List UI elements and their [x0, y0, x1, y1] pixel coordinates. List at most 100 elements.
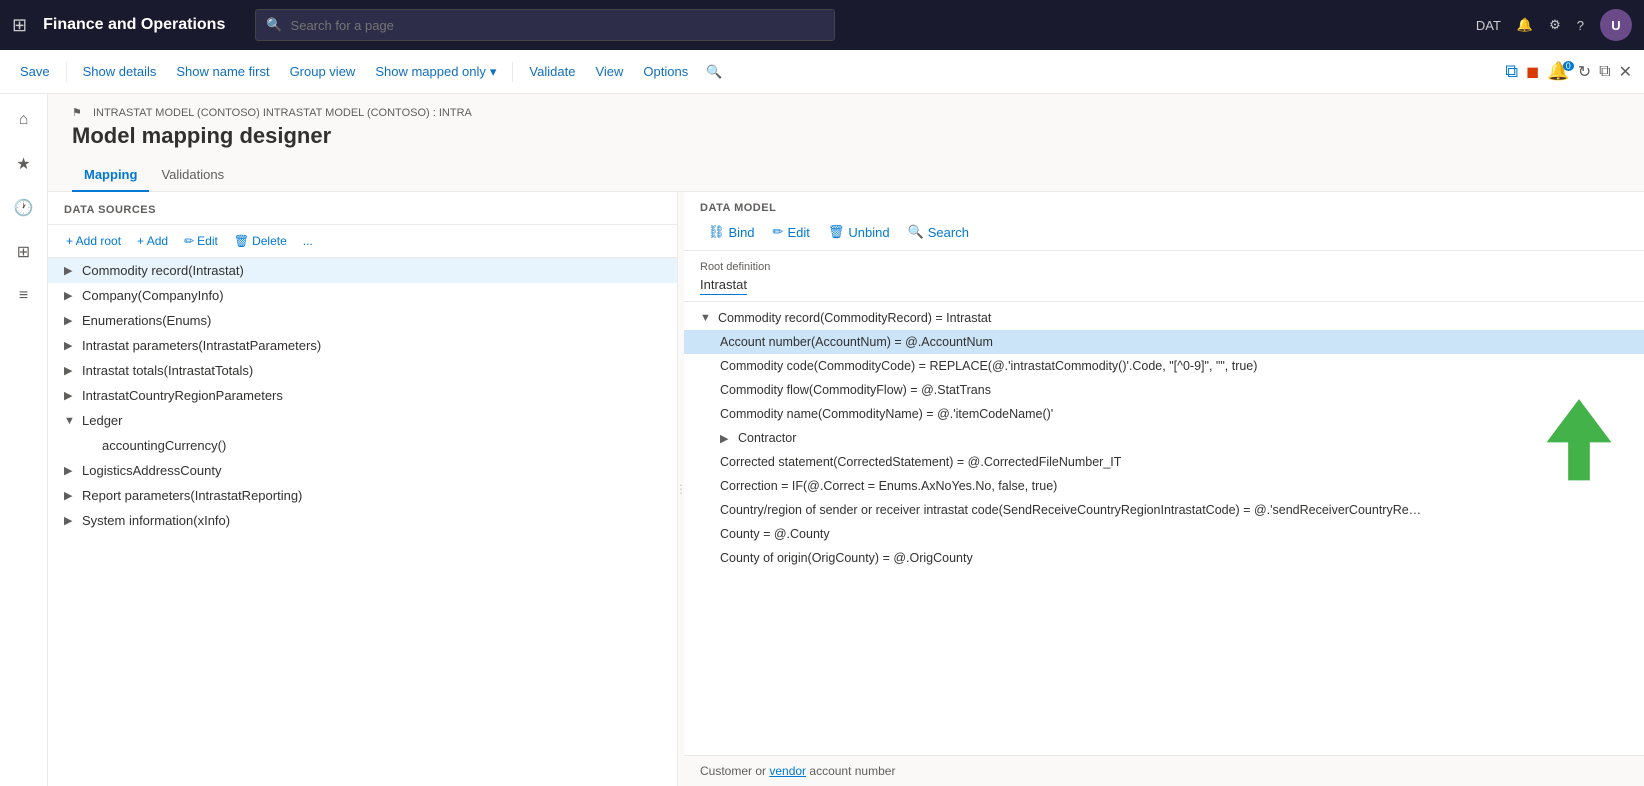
data-model-panel: DATA MODEL ⛓ Bind ✏ Edit 🗑 Unbind [684, 192, 1644, 786]
right-tree-item-commodity-parent[interactable]: ▼ Commodity record(CommodityRecord) = In… [684, 306, 1644, 330]
save-button[interactable]: Save [12, 60, 58, 83]
options-button[interactable]: Options [635, 60, 696, 83]
data-sources-header: DATA SOURCES [48, 192, 677, 225]
apps-icon[interactable]: ⊞ [12, 15, 27, 36]
app-title: Finance and Operations [43, 16, 225, 34]
avatar[interactable]: U [1600, 9, 1632, 41]
toolbar-separator-2 [512, 62, 513, 82]
right-tree-item-commodity-flow[interactable]: Commodity flow(CommodityFlow) = @.StatTr… [684, 378, 1644, 402]
nav-workspaces-icon[interactable]: ⊞ [6, 234, 42, 270]
show-details-button[interactable]: Show details [75, 60, 165, 83]
nav-modules-icon[interactable]: ≡ [6, 278, 42, 314]
right-tree-item-county-of-origin[interactable]: County of origin(OrigCounty) = @.OrigCou… [684, 546, 1644, 570]
right-tree-item-correction[interactable]: Correction = IF(@.Correct = Enums.AxNoYe… [684, 474, 1644, 498]
right-tree-item-account-number[interactable]: Account number(AccountNum) = @.AccountNu… [684, 330, 1644, 354]
nav-home-icon[interactable]: ⌂ [6, 102, 42, 138]
notifications-icon[interactable]: 🔔 [1517, 17, 1533, 33]
tab-mapping[interactable]: Mapping [72, 159, 149, 192]
tree-item-label: LogisticsAddressCounty [82, 463, 661, 478]
right-tree-item-country-region[interactable]: Country/region of sender or receiver int… [684, 498, 1644, 522]
right-tree-item-commodity-code[interactable]: Commodity code(CommodityCode) = REPLACE(… [684, 354, 1644, 378]
office-icon[interactable]: ◼ [1526, 62, 1539, 82]
tree-item-logistics[interactable]: ▶ LogisticsAddressCounty [48, 458, 677, 483]
close-icon[interactable]: ✕ [1619, 62, 1632, 82]
right-tree-item-county[interactable]: County = @.County [684, 522, 1644, 546]
tree-item-label: Company(CompanyInfo) [82, 288, 661, 303]
tree-item-intrastat-params[interactable]: ▶ Intrastat parameters(IntrastatParamete… [48, 333, 677, 358]
settings-icon[interactable]: ⚙ [1549, 17, 1561, 33]
page-title: Model mapping designer [72, 123, 1620, 149]
delete-button[interactable]: 🗑 Delete [228, 231, 293, 251]
search-input[interactable] [291, 18, 825, 33]
tree-item-label: Report parameters(IntrastatReporting) [82, 488, 661, 503]
add-button[interactable]: + Add [131, 231, 174, 251]
tree-toggle-icon: ▶ [64, 264, 76, 277]
tree-item-ledger[interactable]: ▼ Ledger [48, 408, 677, 433]
tab-validations[interactable]: Validations [149, 159, 236, 192]
tree-item-system-info[interactable]: ▶ System information(xInfo) [48, 508, 677, 533]
tree-item-intrastat-totals[interactable]: ▶ Intrastat totals(IntrastatTotals) [48, 358, 677, 383]
tree-toggle-icon: ▼ [700, 312, 712, 324]
help-icon[interactable]: ? [1577, 18, 1584, 33]
tree-item-label: Enumerations(Enums) [82, 313, 661, 328]
search-icon: 🔍 [266, 17, 282, 33]
refresh-icon[interactable]: ↻ [1578, 62, 1591, 82]
right-tree-item-label: Commodity name(CommodityName) = @.'itemC… [720, 407, 1053, 421]
unbind-button[interactable]: 🗑 Unbind [820, 220, 898, 244]
badge-icon[interactable]: 🔔0 [1547, 61, 1569, 82]
unbind-icon: 🗑 [828, 224, 845, 240]
filter-icon[interactable]: ⚑ [72, 107, 82, 119]
bind-button[interactable]: ⛓ Bind [700, 220, 763, 244]
toolbar-right-icons: ⧉ ◼ 🔔0 ↻ ⧉ ✕ [1505, 61, 1632, 82]
right-tree-item-contractor[interactable]: ▶ Contractor [684, 426, 1644, 450]
tree-item-accounting-currency[interactable]: accountingCurrency() [48, 433, 677, 458]
tree-toggle-icon: ▶ [64, 489, 76, 502]
nav-recent-icon[interactable]: 🕐 [6, 190, 42, 226]
tree-item-label: System information(xInfo) [82, 513, 661, 528]
tree-item-company[interactable]: ▶ Company(CompanyInfo) [48, 283, 677, 308]
group-view-button[interactable]: Group view [282, 60, 364, 83]
edit-model-icon: ✏ [773, 224, 784, 240]
customize-icon[interactable]: ⧉ [1505, 61, 1518, 82]
tree-toggle-icon: ▶ [64, 514, 76, 527]
edit-icon: ✏ [184, 234, 194, 248]
data-model-toolbar: ⛓ Bind ✏ Edit 🗑 Unbind 🔍 Search [684, 220, 1644, 251]
tree-item-report-params[interactable]: ▶ Report parameters(IntrastatReporting) [48, 483, 677, 508]
right-tree-item-label: Account number(AccountNum) = @.AccountNu… [720, 335, 993, 349]
split-panels: DATA SOURCES + Add root + Add ✏ Edit 🗑 D… [48, 192, 1644, 786]
right-tree-item-label: Contractor [738, 431, 796, 445]
tree-item-commodity-record[interactable]: ▶ Commodity record(Intrastat) [48, 258, 677, 283]
add-root-button[interactable]: + Add root [60, 231, 127, 251]
right-tree-item-label: Commodity code(CommodityCode) = REPLACE(… [720, 359, 1257, 373]
top-nav-right: DAT 🔔 ⚙ ? U [1476, 9, 1632, 41]
show-mapped-only-button[interactable]: Show mapped only ▾ [367, 60, 504, 84]
vendor-link[interactable]: vendor [769, 764, 806, 778]
page-toolbar: Save Show details Show name first Group … [0, 50, 1644, 94]
search-toolbar-icon[interactable]: 🔍 [706, 64, 722, 80]
show-name-first-button[interactable]: Show name first [168, 60, 277, 83]
validate-button[interactable]: Validate [521, 60, 583, 83]
tree-item-enumerations[interactable]: ▶ Enumerations(Enums) [48, 308, 677, 333]
view-button[interactable]: View [587, 60, 631, 83]
tree-toggle-icon: ▶ [64, 389, 76, 402]
tree-toggle-icon: ▶ [64, 364, 76, 377]
tree-toggle-icon: ▶ [64, 339, 76, 352]
right-tree-item-corrected-statement[interactable]: Corrected statement(CorrectedStatement) … [684, 450, 1644, 474]
tree-item-label: Intrastat parameters(IntrastatParameters… [82, 338, 661, 353]
data-sources-tree: ▶ Commodity record(Intrastat) ▶ Company(… [48, 258, 677, 786]
tree-item-label: IntrastatCountryRegionParameters [82, 388, 661, 403]
edit-button[interactable]: ✏ Edit [178, 231, 224, 251]
data-sources-toolbar: + Add root + Add ✏ Edit 🗑 Delete ... [48, 225, 677, 258]
more-button[interactable]: ... [297, 231, 319, 251]
right-tree-item-commodity-name[interactable]: Commodity name(CommodityName) = @.'itemC… [684, 402, 1644, 426]
search-model-button[interactable]: 🔍 Search [900, 220, 977, 244]
global-search-bar[interactable]: 🔍 [255, 9, 835, 41]
tree-item-label: Intrastat totals(IntrastatTotals) [82, 363, 661, 378]
tree-item-intrastatcountry[interactable]: ▶ IntrastatCountryRegionParameters [48, 383, 677, 408]
nav-favorites-icon[interactable]: ★ [6, 146, 42, 182]
edit-model-button[interactable]: ✏ Edit [765, 220, 818, 244]
tree-toggle-icon: ▶ [64, 314, 76, 327]
main-layout: ⌂ ★ 🕐 ⊞ ≡ ⚑ INTRASTAT MODEL (CONTOSO) IN… [0, 94, 1644, 786]
open-icon[interactable]: ⧉ [1599, 63, 1610, 81]
env-label: DAT [1476, 18, 1501, 33]
